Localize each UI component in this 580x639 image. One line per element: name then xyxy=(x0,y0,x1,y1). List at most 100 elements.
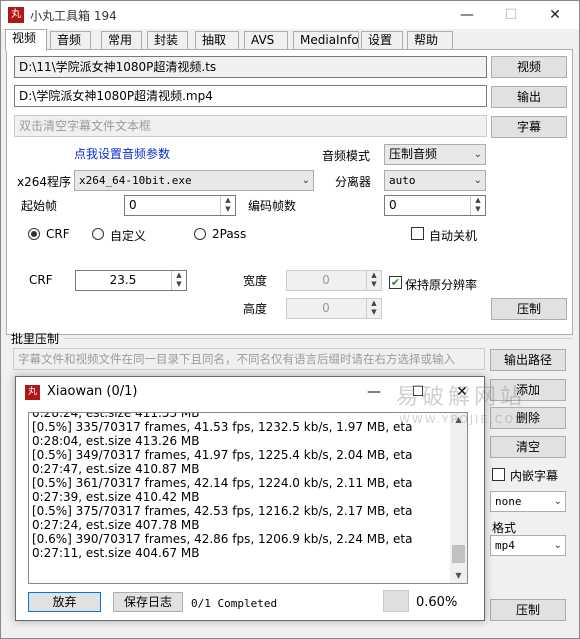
splitter-label: 分离器 xyxy=(335,175,372,189)
auto-shutdown-label: 自动关机 xyxy=(429,229,478,243)
spin-arrows-icon[interactable]: ▲ ▼ xyxy=(171,271,186,290)
crf-radio-label: CRF xyxy=(46,227,70,241)
crf-value-label: CRF xyxy=(29,273,53,287)
progress-indicator xyxy=(383,590,409,612)
format-select[interactable]: mp4 ⌄ xyxy=(490,535,566,556)
dialog-title: Xiaowan (0/1) xyxy=(47,384,138,399)
app-icon: 丸 xyxy=(8,7,24,23)
tab-help[interactable]: 帮助 xyxy=(407,31,453,50)
title-bar: 丸 小丸工具箱 194 — ☐ ✕ xyxy=(1,1,579,29)
height-label: 高度 xyxy=(243,302,268,316)
splitter-value: auto xyxy=(389,174,416,187)
audio-mode-label: 音频模式 xyxy=(322,149,371,163)
x264-label: x264程序 xyxy=(17,175,72,189)
encode-frames-input[interactable]: 0 ▲ ▼ xyxy=(384,195,486,216)
log-scrollbar[interactable]: ▲ ▼ xyxy=(450,413,467,583)
crf-input-value: 23.5 xyxy=(109,273,137,287)
subtitle-button[interactable]: 字幕 xyxy=(491,116,567,138)
start-frame-label: 起始帧 xyxy=(21,199,58,213)
encode-frames-value: 0 xyxy=(389,198,397,212)
batch-hint-field[interactable]: 字幕文件和视频文件在同一目录下且同名，不同名仅有语言后缀时请在右方选择或输入 xyxy=(13,348,485,370)
video-tab-panel: D:\11\学院派女神1080P超清视频.ts 视频 D:\学院派女神1080P… xyxy=(6,49,573,335)
x264-select[interactable]: x264_64-10bit.exe ⌄ xyxy=(74,170,314,191)
spin-arrows-icon[interactable]: ▲ ▼ xyxy=(366,271,381,290)
x264-value: x264_64-10bit.exe xyxy=(79,174,192,187)
embed-subtitle-checkbox[interactable] xyxy=(492,468,505,481)
maximize-button[interactable]: ☐ xyxy=(489,1,533,29)
log-line: [0.5%] 361/70317 frames, 42.14 fps, 1224… xyxy=(32,476,413,490)
format-value: mp4 xyxy=(495,539,515,552)
scroll-down-icon[interactable]: ▼ xyxy=(450,569,467,583)
height-value: 0 xyxy=(322,301,330,315)
progress-percent: 0.60% xyxy=(416,595,458,610)
width-input[interactable]: 0 ▲ ▼ xyxy=(286,270,382,291)
log-line: 0:27:47, est.size 410.87 MB xyxy=(32,462,200,476)
keep-resolution-label: 保持原分辨率 xyxy=(405,278,478,292)
keep-resolution-checkbox[interactable]: ✔ xyxy=(389,276,402,289)
subtitle-language-select[interactable]: none ⌄ xyxy=(490,491,566,512)
abandon-button[interactable]: 放弃 xyxy=(28,592,101,612)
log-line: 0:28:04, est.size 413.26 MB xyxy=(32,434,200,448)
chevron-down-icon: ⌄ xyxy=(301,175,310,186)
format-label: 格式 xyxy=(492,521,517,535)
2pass-radio-label: 2Pass xyxy=(212,227,247,241)
height-input[interactable]: 0 ▲ ▼ xyxy=(286,298,382,319)
log-line: 0:27:11, est.size 404.67 MB xyxy=(32,546,200,560)
spin-arrows-icon[interactable]: ▲ ▼ xyxy=(366,299,381,318)
log-line: 0:27:24, est.size 407.78 MB xyxy=(32,518,200,532)
tab-settings[interactable]: 设置 xyxy=(361,31,403,50)
batch-encode-button[interactable]: 压制 xyxy=(490,599,566,621)
minimize-button[interactable]: — xyxy=(445,1,489,29)
subtitle-file-field[interactable]: 双击清空字幕文件文本框 xyxy=(14,115,487,137)
watermark: 易破解网站 xyxy=(396,385,527,410)
subtitle-language-value: none xyxy=(495,495,522,508)
video-button[interactable]: 视频 xyxy=(491,56,567,78)
tab-extract[interactable]: 抽取 xyxy=(195,31,239,50)
splitter-select[interactable]: auto ⌄ xyxy=(384,170,486,191)
log-lines: 0:28:24, est.size 411.53 MB [0.5%] 335/70… xyxy=(32,412,450,560)
width-value: 0 xyxy=(322,273,330,287)
encode-frames-label: 编码帧数 xyxy=(248,199,297,213)
tab-common[interactable]: 常用 xyxy=(101,31,142,50)
encode-button[interactable]: 压制 xyxy=(491,298,567,320)
audio-mode-select[interactable]: 压制音频 ⌄ xyxy=(384,144,486,165)
start-frame-value: 0 xyxy=(129,198,137,212)
spin-arrows-icon[interactable]: ▲ ▼ xyxy=(470,196,485,215)
log-line: 0:28:24, est.size 411.53 MB xyxy=(32,412,200,420)
log-line: [0.5%] 349/70317 frames, 41.97 fps, 1225… xyxy=(32,448,413,462)
tab-avs[interactable]: AVS xyxy=(244,31,288,50)
custom-radio[interactable] xyxy=(92,228,104,240)
tab-mux[interactable]: 封装 xyxy=(147,31,188,50)
batch-section-title: 批里压制 xyxy=(11,332,60,346)
minimize-button[interactable]: — xyxy=(352,377,396,407)
chevron-down-icon: ⌄ xyxy=(553,540,562,551)
clear-button[interactable]: 清空 xyxy=(490,436,566,458)
audio-mode-value: 压制音频 xyxy=(389,147,438,161)
crf-radio[interactable] xyxy=(28,228,40,240)
auto-shutdown-checkbox[interactable] xyxy=(411,227,424,240)
close-button[interactable]: ✕ xyxy=(533,1,577,29)
log-line: 0:27:39, est.size 410.42 MB xyxy=(32,490,200,504)
output-path-button[interactable]: 输出路径 xyxy=(490,349,566,371)
chevron-down-icon: ⌄ xyxy=(473,175,482,186)
log-line: [0.5%] 335/70317 frames, 41.53 fps, 1232… xyxy=(32,420,413,434)
input-file-field[interactable]: D:\11\学院派女神1080P超清视频.ts xyxy=(14,56,487,78)
spin-arrows-icon[interactable]: ▲ ▼ xyxy=(220,196,235,215)
2pass-radio[interactable] xyxy=(194,228,206,240)
batch-divider xyxy=(64,338,572,339)
audio-settings-link[interactable]: 点我设置音频参数 xyxy=(74,145,170,162)
tab-video[interactable]: 视频 xyxy=(5,29,47,51)
tab-mediainfo[interactable]: MediaInfo xyxy=(293,31,359,50)
save-log-button[interactable]: 保存日志 xyxy=(113,592,183,612)
main-window: 丸 小丸工具箱 194 — ☐ ✕ 视频 音频 常用 封装 抽取 AVS Med… xyxy=(0,0,580,639)
encode-log[interactable]: 0:28:24, est.size 411.53 MB [0.5%] 335/70… xyxy=(28,412,468,584)
output-button[interactable]: 输出 xyxy=(491,86,567,108)
tab-audio[interactable]: 音频 xyxy=(50,31,91,50)
crf-input[interactable]: 23.5 ▲ ▼ xyxy=(75,270,187,291)
completion-status: 0/1 Completed xyxy=(191,597,278,610)
start-frame-input[interactable]: 0 ▲ ▼ xyxy=(124,195,236,216)
chevron-down-icon: ⌄ xyxy=(553,496,562,507)
scroll-thumb[interactable] xyxy=(452,545,465,563)
log-line: [0.6%] 390/70317 frames, 42.86 fps, 1206… xyxy=(32,532,413,546)
output-file-field[interactable]: D:\学院派女神1080P超清视频.mp4 xyxy=(14,85,487,107)
